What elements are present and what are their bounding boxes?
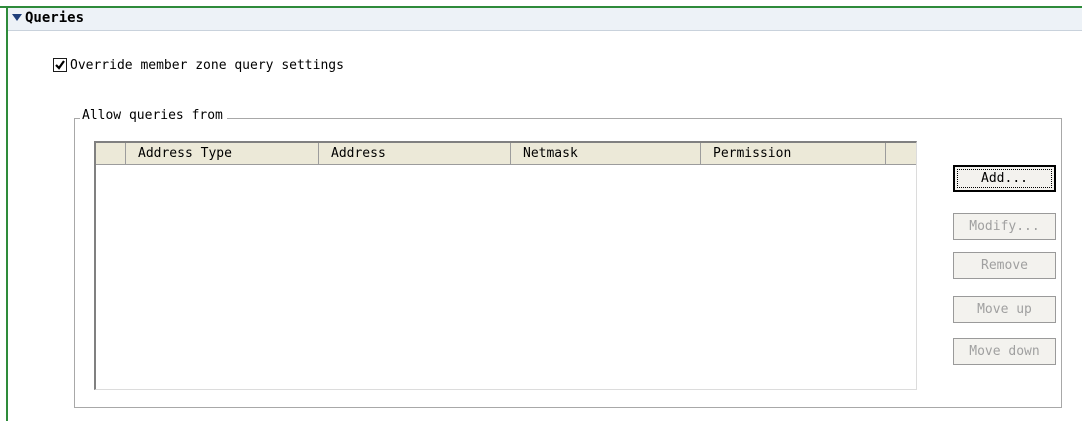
column-header-netmask[interactable]: Netmask bbox=[511, 143, 701, 164]
section-title: Queries bbox=[25, 10, 85, 26]
add-button[interactable]: Add... bbox=[953, 165, 1056, 192]
collapse-arrow-icon[interactable] bbox=[12, 12, 22, 24]
allow-queries-table[interactable]: Address Type Address Netmask Permission bbox=[94, 141, 917, 390]
column-header-select[interactable] bbox=[96, 143, 126, 164]
override-checkbox-label[interactable]: Override member zone query settings bbox=[70, 57, 344, 75]
table-header: Address Type Address Netmask Permission bbox=[96, 143, 916, 165]
column-header-address[interactable]: Address bbox=[319, 143, 511, 164]
checkmark-icon bbox=[55, 60, 65, 70]
remove-button[interactable]: Remove bbox=[953, 252, 1056, 279]
column-header-address-type[interactable]: Address Type bbox=[126, 143, 319, 164]
move-down-button[interactable]: Move down bbox=[953, 338, 1056, 365]
modify-button[interactable]: Modify... bbox=[953, 213, 1056, 240]
override-checkbox[interactable] bbox=[53, 58, 67, 72]
section-header[interactable] bbox=[8, 8, 1082, 31]
add-button-label: Add... bbox=[957, 169, 1052, 188]
panel-left-border bbox=[6, 6, 8, 421]
move-up-button[interactable]: Move up bbox=[953, 296, 1056, 323]
column-header-permission[interactable]: Permission bbox=[701, 143, 886, 164]
allow-queries-legend: Allow queries from bbox=[80, 107, 227, 125]
